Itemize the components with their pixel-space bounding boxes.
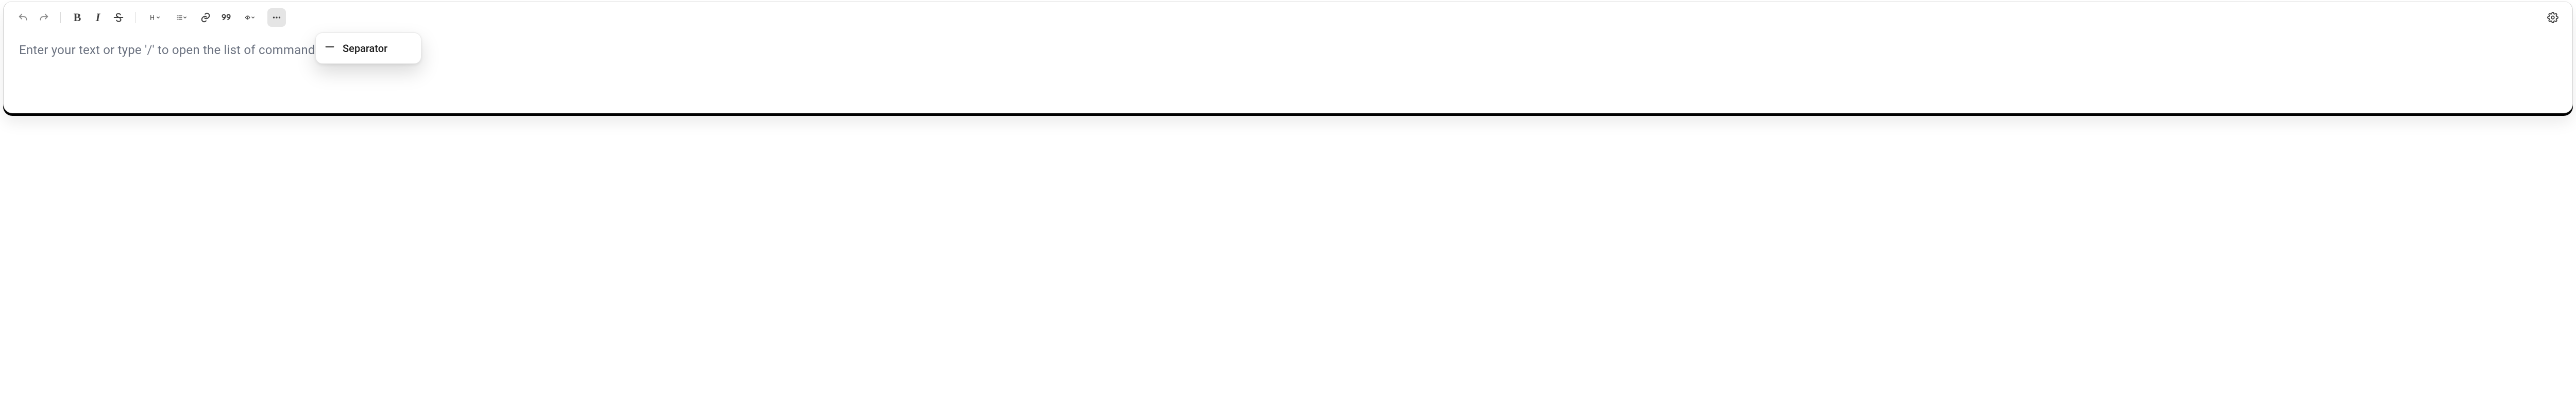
redo-button[interactable]	[35, 8, 53, 27]
strikethrough-button[interactable]	[109, 8, 128, 27]
more-button[interactable]	[267, 8, 286, 27]
quote-icon	[221, 12, 232, 23]
bold-button[interactable]: B	[68, 8, 87, 27]
list-icon	[176, 12, 188, 23]
more-dropdown: Separator	[315, 32, 421, 64]
quote-button[interactable]	[217, 8, 235, 27]
code-icon	[244, 12, 256, 23]
list-dropdown-button[interactable]	[170, 8, 194, 27]
heading-dropdown-button[interactable]	[143, 8, 167, 27]
strikethrough-icon	[113, 12, 124, 23]
gear-icon	[2547, 12, 2558, 23]
code-dropdown-button[interactable]	[238, 8, 262, 27]
italic-button[interactable]: I	[89, 8, 107, 27]
redo-icon	[38, 12, 49, 23]
italic-icon: I	[96, 12, 100, 23]
editor-card: B I	[3, 1, 2573, 113]
menu-item-separator[interactable]: Separator	[320, 37, 417, 59]
divider	[60, 12, 61, 23]
more-icon	[271, 12, 282, 23]
link-icon	[200, 12, 211, 23]
settings-button[interactable]	[2544, 8, 2562, 27]
menu-item-label: Separator	[343, 42, 387, 55]
heading-icon	[149, 12, 161, 23]
separator-icon	[324, 41, 335, 55]
link-button[interactable]	[196, 8, 215, 27]
undo-button[interactable]	[14, 8, 32, 27]
undo-icon	[18, 12, 29, 23]
bold-icon: B	[74, 12, 81, 23]
toolbar: B I	[14, 7, 2562, 28]
